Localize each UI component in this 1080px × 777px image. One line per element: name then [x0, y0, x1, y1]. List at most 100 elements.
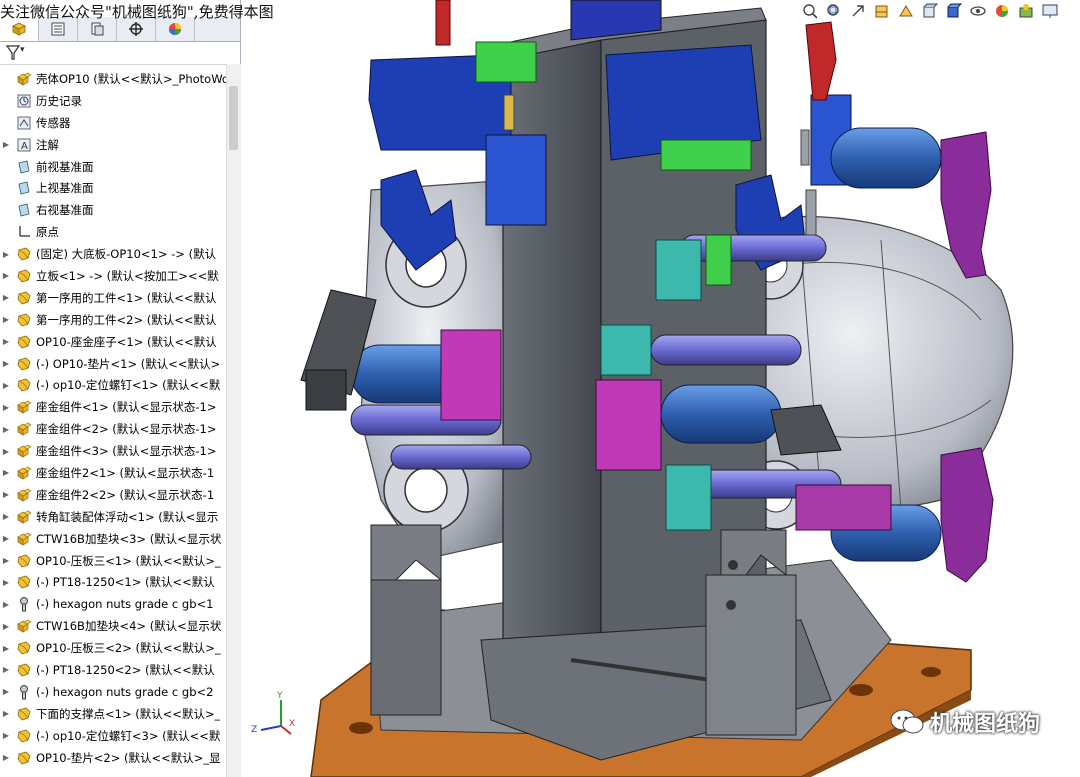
tree-item[interactable]: ▶ (-) hexagon nuts grade c gb<2 [0, 681, 226, 703]
view-orientation-button[interactable] [920, 2, 940, 20]
expand-arrow-icon[interactable]: ▶ [0, 381, 12, 390]
part-icon [16, 312, 32, 328]
tree-item[interactable]: ▶ 转角缸装配体浮动<1> (默认<显示 [0, 506, 226, 528]
zoom-area-icon [827, 4, 839, 16]
triad-x-label: X [289, 719, 295, 729]
view-settings-button[interactable] [1040, 2, 1060, 20]
tree-item-label: 传感器 [36, 115, 71, 130]
tree-item[interactable]: ▶ OP10-压板三<2> (默认<<默认>_ [0, 637, 226, 659]
tree-item[interactable]: ▶ (固定) 大底板-OP10<1> -> (默认 [0, 243, 226, 265]
tree-item[interactable]: ▶ (-) op10-定位螺钉<3> (默认<<默 [0, 725, 226, 747]
property-manager-tab-icon [51, 22, 65, 36]
tree-item[interactable]: 前视基准面 [0, 156, 226, 178]
tree-item[interactable]: ▶ 下面的支撑点<1> (默认<<默认>_ [0, 703, 226, 725]
tree-item-label: (-) op10-定位螺钉<3> (默认<<默 [36, 728, 221, 743]
watermark-text: 关注微信公众号"机械图纸狗",免费得本图 [0, 3, 274, 21]
tree-item[interactable]: ▶ 座金组件<3> (默认<显示状态-1> [0, 440, 226, 462]
tree-item[interactable]: ▶ (-) PT18-1250<2> (默认<<默认 [0, 659, 226, 681]
edit-appearance-icon [996, 5, 1008, 17]
tree-item-label: OP10-座金座子<1> (默认<<默认 [36, 334, 217, 349]
configuration-manager-tab-icon [91, 22, 104, 36]
expand-arrow-icon[interactable]: ▶ [0, 753, 12, 762]
zoom-to-fit-button[interactable] [800, 2, 820, 20]
expand-arrow-icon[interactable]: ▶ [0, 644, 12, 653]
part-icon [16, 377, 32, 393]
tree-item[interactable]: ▶ A 注解 [0, 134, 226, 156]
apply-scene-button[interactable] [1016, 2, 1036, 20]
expand-arrow-icon[interactable]: ▶ [0, 687, 12, 696]
expand-arrow-icon[interactable]: ▶ [0, 271, 12, 280]
zoom-area-button[interactable] [824, 2, 844, 20]
expand-arrow-icon[interactable]: ▶ [0, 512, 12, 521]
expand-arrow-icon[interactable]: ▶ [0, 315, 12, 324]
tree-item[interactable]: 原点 [0, 221, 226, 243]
tree-item[interactable]: ▶ (-) hexagon nuts grade c gb<1 [0, 593, 226, 615]
hide-show-button[interactable] [968, 2, 988, 20]
edit-appearance-button[interactable] [992, 2, 1012, 20]
expand-arrow-icon[interactable]: ▶ [0, 468, 12, 477]
feature-manager-tab-icon [12, 22, 26, 36]
tree-item[interactable]: ▶ 立板<1> -> (默认<按加工><<默 [0, 265, 226, 287]
tree-item[interactable]: ▶ 座金组件<2> (默认<显示状态-1> [0, 418, 226, 440]
filter-dropdown-arrow[interactable]: ▾ [20, 45, 25, 55]
filter-bar[interactable]: ▾ [0, 42, 240, 65]
tree-item[interactable]: ▶ CTW16B加垫块<3> (默认<显示状 [0, 528, 226, 550]
tree-item[interactable]: 历史记录 [0, 90, 226, 112]
view-settings-icon [1042, 4, 1058, 18]
tree-scrollbar[interactable] [226, 64, 241, 777]
previous-view-button[interactable] [848, 2, 868, 20]
expand-arrow-icon[interactable]: ▶ [0, 665, 12, 674]
dynamic-annotation-button[interactable] [896, 2, 916, 20]
expand-arrow-icon[interactable]: ▶ [0, 490, 12, 499]
wechat-icon [890, 709, 924, 734]
expand-arrow-icon[interactable]: ▶ [0, 709, 12, 718]
tree-item[interactable]: ▶ OP10-压板三<1> (默认<<默认>_ [0, 550, 226, 572]
display-style-button[interactable] [944, 2, 964, 20]
scrollbar-thumb[interactable] [229, 86, 238, 150]
tree-item[interactable]: ▶ (-) PT18-1250<1> (默认<<默认 [0, 571, 226, 593]
tree-item-label: 右视基准面 [36, 203, 94, 218]
tree-item-label: (-) hexagon nuts grade c gb<1 [36, 597, 214, 612]
tree-item-label: 前视基准面 [36, 159, 94, 174]
expand-arrow-icon[interactable]: ▶ [0, 556, 12, 565]
expand-arrow-icon[interactable]: ▶ [0, 447, 12, 456]
tree-item[interactable]: 壳体OP10 (默认<<默认>_PhotoWo [0, 68, 226, 90]
expand-arrow-icon[interactable]: ▶ [0, 359, 12, 368]
tree-item[interactable]: ▶ CTW16B加垫块<4> (默认<显示状 [0, 615, 226, 637]
expand-arrow-icon[interactable]: ▶ [0, 250, 12, 259]
tree-item[interactable]: ▶ 座金组件2<2> (默认<显示状态-1 [0, 484, 226, 506]
expand-arrow-icon[interactable]: ▶ [0, 140, 12, 149]
tree-item-label: 座金组件2<1> (默认<显示状态-1 [36, 465, 215, 480]
expand-arrow-icon[interactable]: ▶ [0, 337, 12, 346]
tree-item[interactable]: ▶ 座金组件<1> (默认<显示状态-1> [0, 396, 226, 418]
expand-arrow-icon[interactable]: ▶ [0, 534, 12, 543]
expand-arrow-icon[interactable]: ▶ [0, 403, 12, 412]
graphics-area[interactable]: Y Z X 机械图纸狗 [241, 0, 1080, 777]
part-icon [16, 662, 32, 678]
tree-item[interactable]: ▶ 第一序用的工件<1> (默认<<默认 [0, 287, 226, 309]
expand-arrow-icon[interactable]: ▶ [0, 578, 12, 587]
expand-arrow-icon[interactable]: ▶ [0, 293, 12, 302]
tree-item[interactable]: ▶ 第一序用的工件<2> (默认<<默认 [0, 309, 226, 331]
tree-item-label: 原点 [36, 225, 59, 240]
tree-item[interactable]: ▶ (-) op10-定位螺钉<1> (默认<<默 [0, 374, 226, 396]
expand-arrow-icon[interactable]: ▶ [0, 622, 12, 631]
tree-item[interactable]: 右视基准面 [0, 199, 226, 221]
tree-item-label: 第一序用的工件<1> (默认<<默认 [36, 290, 217, 305]
expand-arrow-icon[interactable]: ▶ [0, 731, 12, 740]
tree-item-label: 座金组件<1> (默认<显示状态-1> [36, 400, 217, 415]
annotation-icon: A [16, 137, 32, 153]
tree-item[interactable]: 传感器 [0, 112, 226, 134]
toolbox-icon [16, 596, 32, 612]
section-view-button[interactable] [872, 2, 892, 20]
tree-item[interactable]: ▶ OP10-垫片<2> (默认<<默认>_显 [0, 747, 226, 769]
tree-item[interactable]: ▶ 座金组件2<1> (默认<显示状态-1 [0, 462, 226, 484]
tree-item[interactable]: ▶ (-) OP10-垫片<1> (默认<<默认> [0, 353, 226, 375]
expand-arrow-icon[interactable]: ▶ [0, 600, 12, 609]
assembly-icon [16, 618, 32, 634]
part-icon [16, 750, 32, 766]
expand-arrow-icon[interactable]: ▶ [0, 425, 12, 434]
origin-icon [16, 224, 32, 240]
tree-item[interactable]: 上视基准面 [0, 177, 226, 199]
tree-item[interactable]: ▶ OP10-座金座子<1> (默认<<默认 [0, 331, 226, 353]
